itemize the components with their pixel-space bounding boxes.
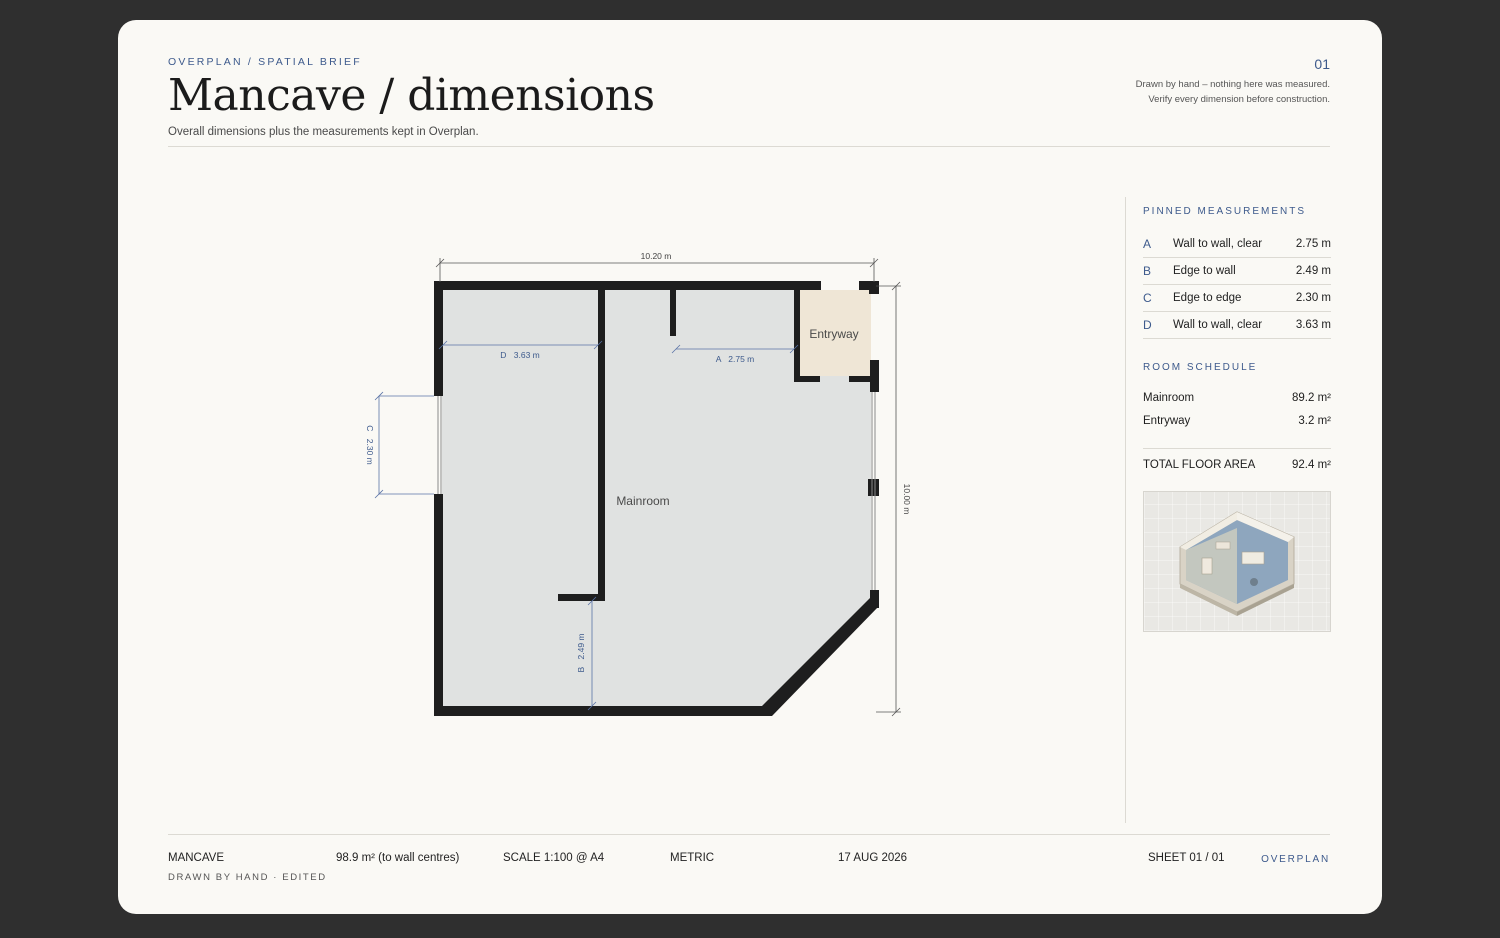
total-value: 92.4 m² (1292, 459, 1331, 471)
measurement-value: 2.49 m (1295, 265, 1331, 277)
dimension-a-label: A 2.75 m (716, 354, 755, 364)
pinned-measurements-heading: PINNED MEASUREMENTS (1143, 206, 1307, 217)
footer-sheet: SHEET 01 / 01 (1148, 852, 1225, 864)
schedule-row-mainroom[interactable]: Mainroom 89.2 m² (1143, 386, 1331, 409)
dimension-d-label: D 3.63 m (500, 350, 540, 360)
measurement-letter: C (1143, 291, 1152, 305)
overall-width-label: 10.20 m (641, 251, 672, 261)
entryway-label[interactable]: Entryway (809, 327, 858, 341)
schedule-room: Mainroom (1143, 391, 1195, 404)
footer-divider (168, 834, 1330, 835)
dimension-c-value: 2.30 m (365, 439, 375, 465)
total-label: TOTAL FLOOR AREA (1143, 459, 1256, 471)
dimension-b-label: B 2.49 m (576, 633, 586, 672)
dimension-c-line[interactable] (374, 391, 434, 499)
measurement-value: 2.30 m (1295, 292, 1331, 304)
dimension-b-letter: B (576, 667, 586, 673)
schedule-row-entryway[interactable]: Entryway 3.2 m² (1143, 409, 1331, 432)
schedule-area: 3.2 m² (1298, 414, 1331, 427)
disclaimer-note: Drawn by hand – nothing here was measure… (1136, 77, 1330, 107)
dimension-d-value: 3.63 m (514, 350, 540, 360)
3d-preview-thumbnail[interactable] (1143, 491, 1331, 632)
pinned-measurements-list: A Wall to wall, clear 2.75 m B Edge to w… (1143, 231, 1331, 339)
measurement-value: 2.75 m (1295, 238, 1331, 250)
footer-brand-link[interactable]: OVERPLAN (1261, 854, 1330, 865)
schedule-room: Entryway (1143, 414, 1191, 427)
measurement-letter: D (1143, 318, 1152, 332)
footer-area: 98.9 m² (to wall centres) (336, 852, 460, 864)
overall-depth-label: 10.00 m (902, 484, 912, 515)
measurement-row-b[interactable]: B Edge to wall 2.49 m (1143, 258, 1331, 285)
sidebar: PINNED MEASUREMENTS A Wall to wall, clea… (1143, 206, 1331, 632)
measurement-row-a[interactable]: A Wall to wall, clear 2.75 m (1143, 231, 1331, 258)
dimension-b-value: 2.49 m (576, 633, 586, 659)
sidebar-divider (1125, 197, 1126, 823)
measurement-label: Wall to wall, clear (1173, 238, 1263, 250)
measurement-label: Edge to wall (1173, 265, 1236, 277)
3d-model-render (1179, 511, 1295, 616)
dimension-d-letter: D (500, 350, 506, 360)
total-floor-area: TOTAL FLOOR AREA 92.4 m² (1143, 448, 1331, 471)
footer-project-status: DRAWN BY HAND · EDITED (168, 872, 327, 883)
dimension-c-letter: C (365, 425, 375, 431)
measurement-label: Edge to edge (1173, 292, 1242, 304)
footer-project: MANCAVE (168, 852, 225, 864)
sheet: OVERPLAN / SPATIAL BRIEF Mancave / dimen… (118, 20, 1382, 914)
footer-scale: SCALE 1:100 @ A4 (503, 852, 605, 864)
measurement-letter: A (1143, 237, 1152, 251)
room-schedule: ROOM SCHEDULE Mainroom 89.2 m² Entryway … (1143, 362, 1331, 471)
floor-plan[interactable]: 10.20 m 10.00 m D 3.63 m A 2.75 m C 2.30… (118, 20, 1118, 834)
mainroom-label[interactable]: Mainroom (616, 494, 669, 508)
measurement-value: 3.63 m (1295, 319, 1331, 331)
measurement-row-c[interactable]: C Edge to edge 2.30 m (1143, 285, 1331, 312)
measurement-letter: B (1143, 264, 1152, 278)
overall-depth-dimension (876, 281, 901, 717)
disclaimer-line-2: Verify every dimension before constructi… (1148, 94, 1330, 105)
sheet-number: 01 (1314, 56, 1330, 72)
measurement-label: Wall to wall, clear (1173, 319, 1263, 331)
room-schedule-heading: ROOM SCHEDULE (1143, 362, 1258, 373)
dimension-a-value: 2.75 m (728, 354, 754, 364)
disclaimer-line-1: Drawn by hand – nothing here was measure… (1135, 79, 1330, 90)
overall-width-dimension (435, 258, 879, 282)
room-schedule-list: Mainroom 89.2 m² Entryway 3.2 m² (1143, 386, 1331, 432)
footer-units: METRIC (670, 852, 715, 864)
dimension-c-label: C 2.30 m (365, 425, 375, 465)
dimension-a-letter: A (716, 354, 722, 364)
measurement-row-d[interactable]: D Wall to wall, clear 3.63 m (1143, 312, 1331, 339)
footer-date: 17 AUG 2026 (838, 852, 908, 864)
schedule-area: 89.2 m² (1292, 391, 1331, 404)
